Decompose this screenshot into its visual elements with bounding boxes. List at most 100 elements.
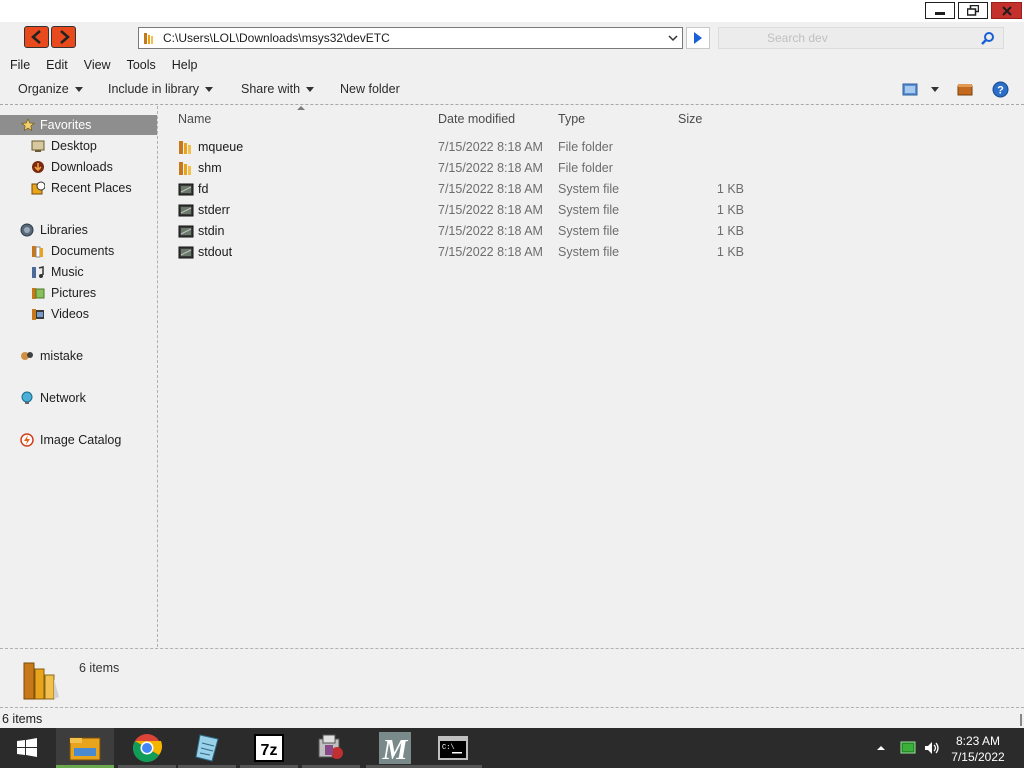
search-icon[interactable] [981, 31, 995, 45]
taskbar-msys[interactable]: M [366, 728, 424, 768]
chrome-icon [133, 734, 162, 763]
nav-label: Music [51, 265, 84, 279]
column-header-name[interactable]: Name [178, 112, 211, 126]
file-name: fd [198, 182, 209, 196]
file-name: stdin [198, 224, 225, 238]
menu-edit[interactable]: Edit [46, 58, 68, 72]
menu-file[interactable]: File [10, 58, 30, 72]
go-button[interactable] [686, 27, 710, 49]
file-explorer-icon [69, 737, 101, 761]
column-header-type[interactable]: Type [558, 112, 585, 126]
music-icon [32, 266, 44, 278]
nav-item-network[interactable]: Network [20, 388, 86, 408]
minimize-button[interactable] [925, 2, 955, 19]
recent-places-icon [31, 181, 45, 195]
column-header-size[interactable]: Size [678, 112, 702, 126]
forward-button[interactable] [51, 26, 76, 48]
nav-item-pictures[interactable]: Pictures [31, 283, 96, 303]
taskbar-terminal[interactable]: C:\ [424, 728, 482, 768]
nav-item-desktop[interactable]: Desktop [31, 136, 97, 156]
file-date: 7/15/2022 8:18 AM [438, 182, 543, 196]
taskbar-file-explorer[interactable] [56, 728, 114, 768]
file-row-stderr[interactable]: stderr 7/15/2022 8:18 AM System file 1 K… [176, 200, 796, 221]
system-file-icon [178, 225, 194, 238]
chevron-down-icon[interactable] [667, 32, 679, 44]
file-type: File folder [558, 140, 613, 154]
nav-item-videos[interactable]: Videos [31, 304, 89, 324]
address-bar[interactable]: C:\Users\LOL\Downloads\msys32\devETC [138, 27, 683, 49]
file-type: System file [558, 182, 620, 196]
taskbar-notepad[interactable] [178, 728, 236, 768]
chevron-down-icon [306, 86, 315, 92]
search-input[interactable]: Search dev [718, 27, 1004, 49]
nav-item-music[interactable]: Music [31, 262, 84, 282]
include-in-library-button[interactable]: Include in library [108, 82, 214, 96]
volume-icon[interactable] [924, 740, 940, 756]
details-item-count: 6 items [79, 661, 120, 675]
nav-item-downloads[interactable]: Downloads [31, 157, 113, 177]
taskbar: 7z M C:\ 8:23 AM 7/15/2022 [0, 728, 1024, 768]
navigation-pane: Favorites Desktop Downloads Recent Place… [0, 106, 158, 647]
nav-label: Desktop [51, 139, 97, 153]
file-row-mqueue[interactable]: mqueue 7/15/2022 8:18 AM File folder [176, 137, 796, 158]
folder-icon [179, 141, 191, 154]
nav-item-libraries[interactable]: Libraries [20, 220, 88, 240]
help-icon[interactable]: ? [992, 81, 1009, 98]
nav-label: Libraries [40, 223, 88, 237]
nav-label: Favorites [40, 118, 92, 132]
file-row-stdout[interactable]: stdout 7/15/2022 8:18 AM System file 1 K… [176, 242, 796, 263]
nav-item-recent-places[interactable]: Recent Places [31, 178, 132, 198]
status-item-count: 6 items [2, 712, 43, 726]
show-hidden-icons-icon[interactable] [877, 745, 885, 751]
nav-item-mistake[interactable]: mistake [20, 346, 83, 366]
nav-item-image-catalog[interactable]: Image Catalog [20, 430, 121, 450]
back-button[interactable] [24, 26, 49, 48]
resize-grip-icon[interactable] [1020, 714, 1022, 726]
preview-pane-icon[interactable] [957, 83, 973, 96]
close-button[interactable] [991, 2, 1022, 19]
folder-icon [144, 33, 153, 44]
chevron-down-icon [205, 86, 214, 92]
libraries-icon [20, 223, 34, 237]
nav-item-documents[interactable]: Documents [31, 241, 114, 261]
new-folder-label: New folder [340, 82, 400, 96]
start-button[interactable] [0, 728, 54, 768]
svg-text:7z: 7z [261, 742, 278, 759]
organize-button[interactable]: Organize [18, 82, 83, 96]
downloads-icon [32, 161, 44, 173]
menu-help[interactable]: Help [172, 58, 198, 72]
clock[interactable]: 8:23 AM 7/15/2022 [950, 733, 1006, 765]
network-status-icon[interactable] [900, 741, 916, 755]
taskbar-7zip[interactable]: 7z [240, 728, 298, 768]
file-date: 7/15/2022 8:18 AM [438, 140, 543, 154]
menu-view[interactable]: View [84, 58, 111, 72]
file-row-shm[interactable]: shm 7/15/2022 8:18 AM File folder [176, 158, 796, 179]
change-view-icon[interactable] [902, 83, 918, 96]
restore-icon [967, 5, 979, 16]
taskbar-chrome[interactable] [118, 728, 176, 768]
close-icon [1001, 5, 1012, 16]
file-type: System file [558, 245, 620, 259]
system-file-icon [178, 183, 194, 196]
restore-button[interactable] [958, 2, 988, 19]
videos-icon [32, 309, 44, 320]
svg-text:M: M [382, 735, 409, 764]
nav-item-favorites[interactable]: Favorites [0, 115, 157, 135]
desktop-icon [31, 140, 45, 152]
share-with-button[interactable]: Share with [241, 82, 315, 96]
windows-logo-icon [17, 738, 37, 757]
file-list: Name Date modified Type Size mqueue 7/15… [160, 106, 1024, 647]
file-row-fd[interactable]: fd 7/15/2022 8:18 AM System file 1 KB [176, 179, 796, 200]
menu-tools[interactable]: Tools [127, 58, 156, 72]
file-type: System file [558, 224, 620, 238]
column-header-date-modified[interactable]: Date modified [438, 112, 515, 126]
nav-label: mistake [40, 349, 84, 363]
file-row-stdin[interactable]: stdin 7/15/2022 8:18 AM System file 1 KB [176, 221, 796, 242]
msys-icon: M [379, 732, 411, 764]
file-date: 7/15/2022 8:18 AM [438, 224, 543, 238]
nav-label: Videos [51, 307, 89, 321]
taskbar-installer[interactable] [302, 728, 360, 768]
nav-label: Pictures [51, 286, 97, 300]
new-folder-button[interactable]: New folder [340, 82, 400, 96]
view-options-chevron-icon[interactable] [931, 87, 939, 92]
